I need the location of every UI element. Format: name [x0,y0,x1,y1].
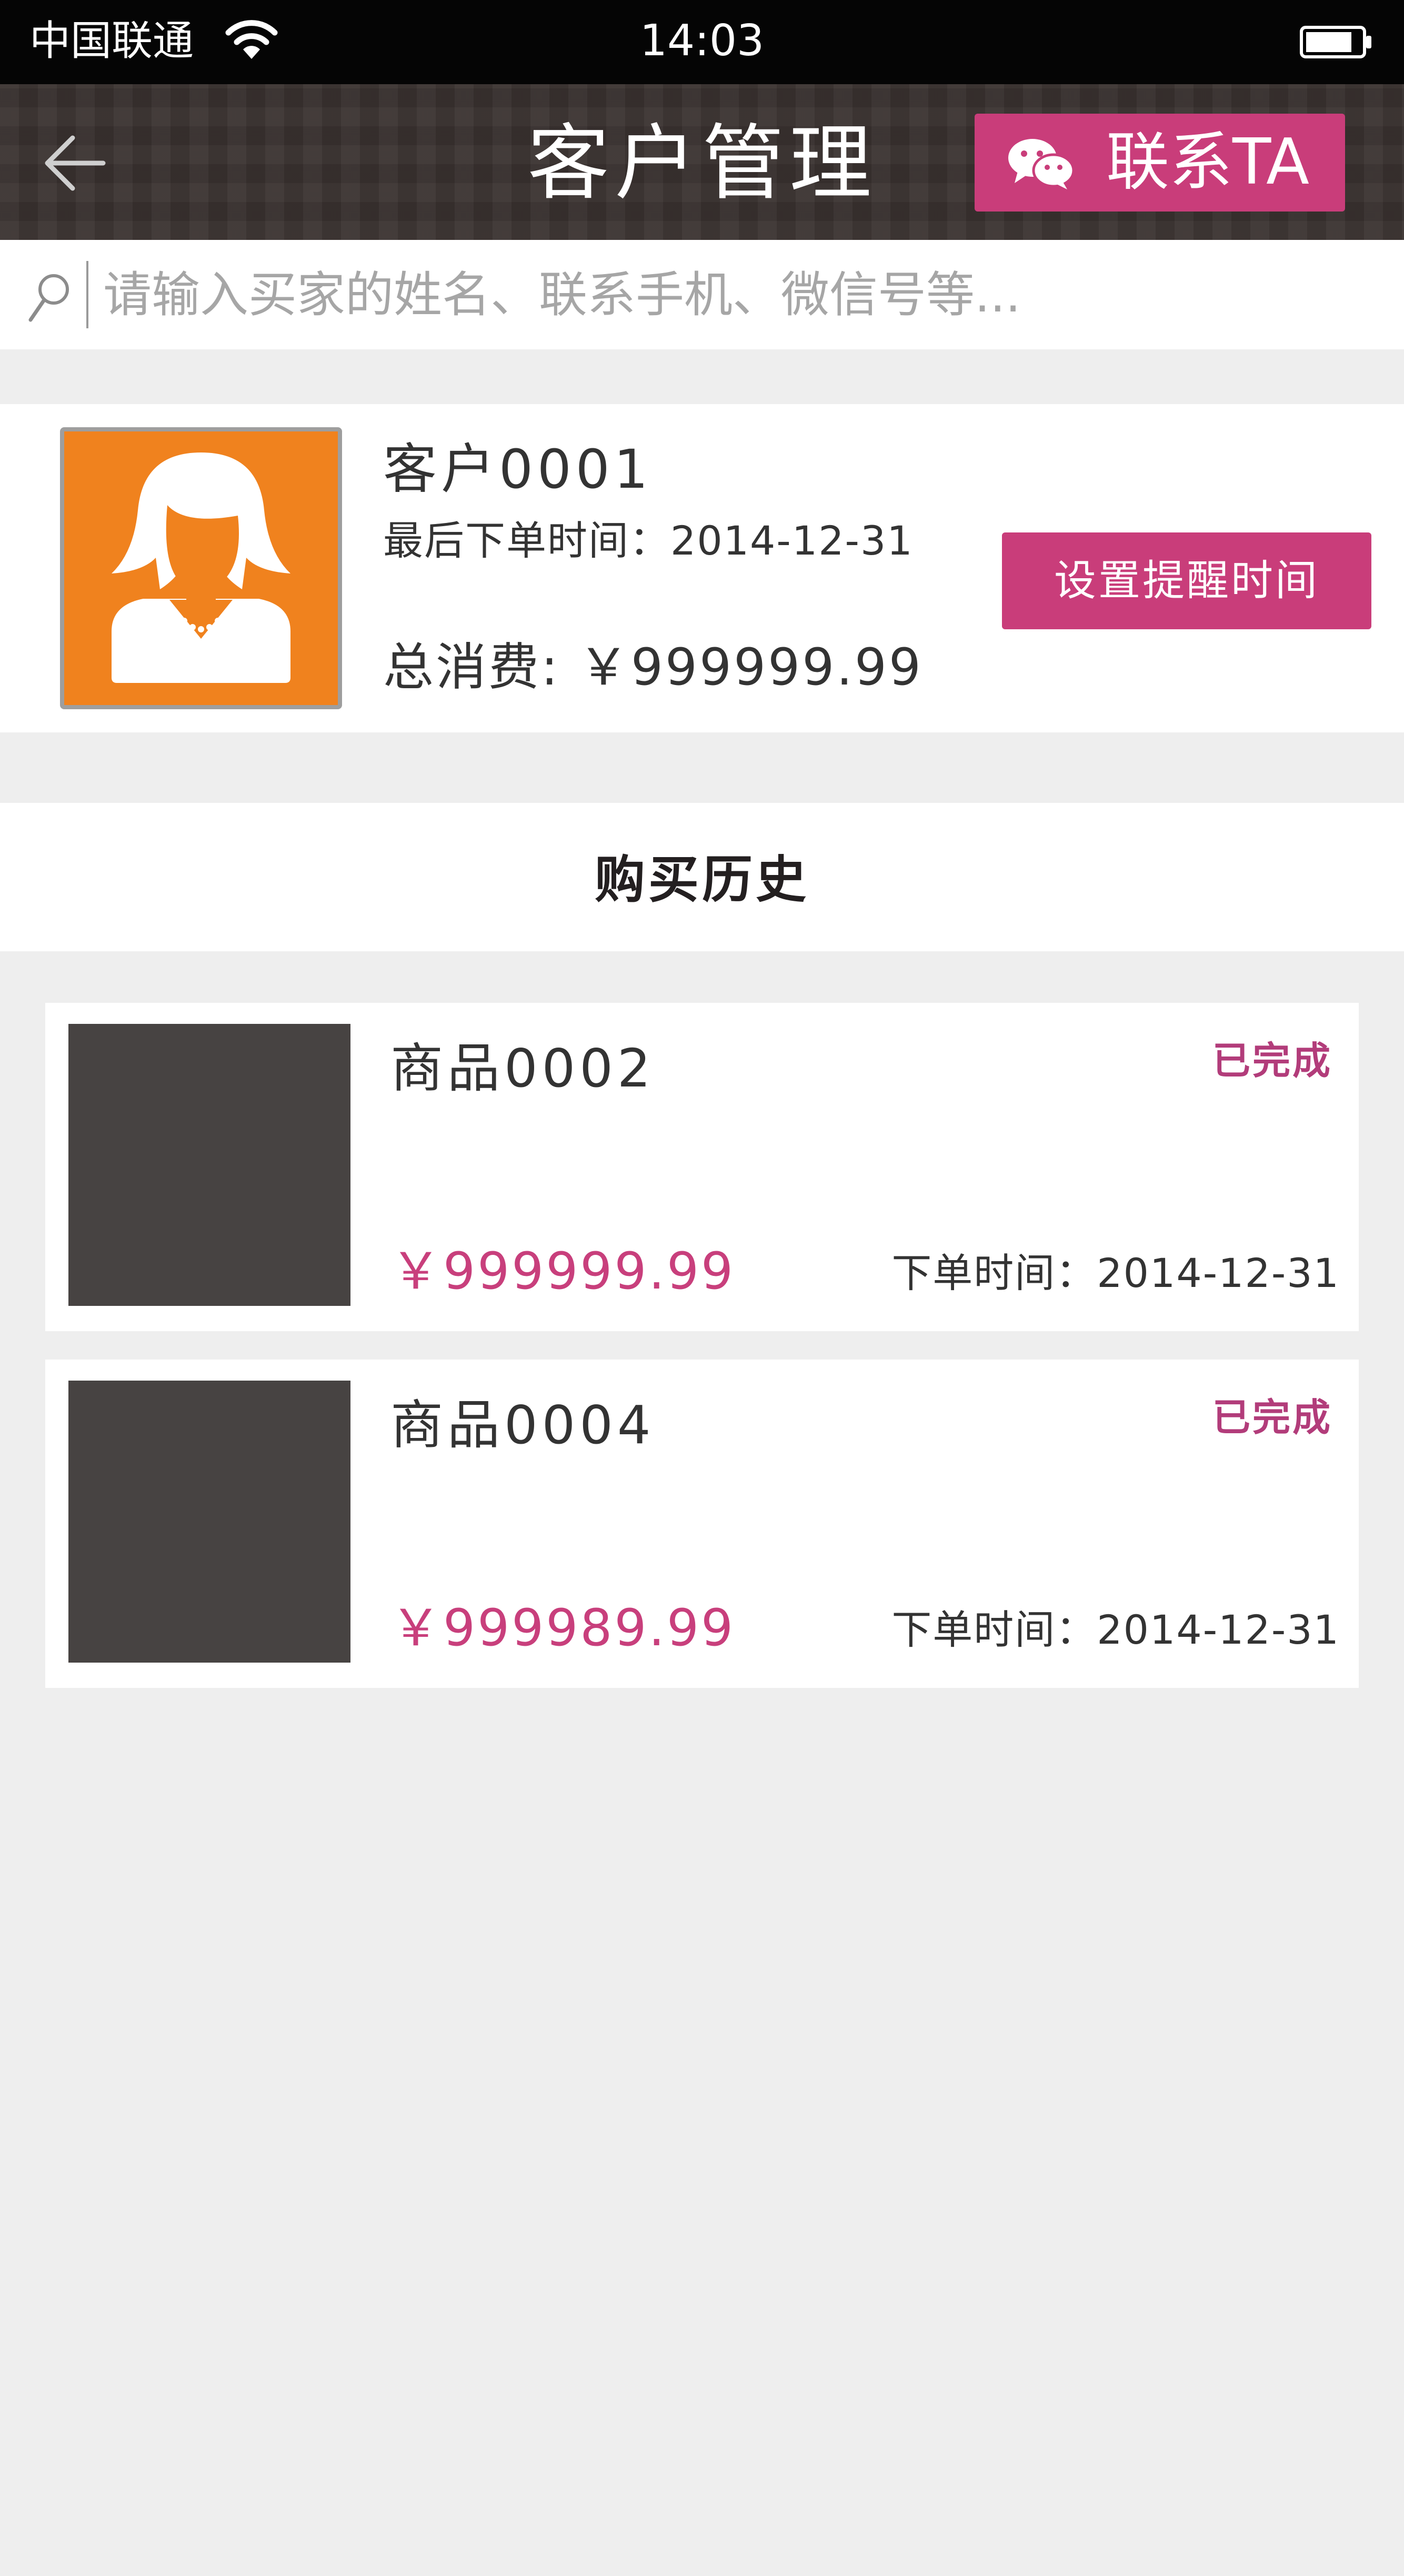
list-item[interactable]: 商品0004 已完成 ￥999989.99 下单时间：2014-12-31 [45,1360,1359,1688]
status-badge: 已完成 [1212,1395,1332,1440]
status-bar: 中国联通 14:03 [0,0,1404,84]
avatar [60,427,342,709]
product-thumbnail [68,1381,350,1663]
female-avatar-icon [112,452,290,683]
wechat-icon [1008,139,1075,189]
search-icon [28,274,69,322]
product-thumbnail [68,1024,350,1306]
clock: 14:03 [639,16,765,66]
product-name: 商品0004 [390,1394,655,1456]
battery-icon [1300,26,1371,58]
search-divider [86,261,88,328]
order-time: 下单时间：2014-12-31 [891,1250,1340,1296]
nav-bar: 客户管理 联系TA [0,84,1404,240]
set-reminder-button[interactable]: 设置提醒时间 [1002,532,1371,629]
search-input[interactable] [103,261,1366,328]
product-name: 商品0002 [390,1038,655,1099]
last-order-time: 最后下单时间：2014-12-31 [383,517,914,564]
total-spend: 总消费: ￥999999.99 [383,638,923,697]
search-bar [0,240,1404,349]
status-badge: 已完成 [1212,1039,1332,1083]
list-item[interactable]: 商品0002 已完成 ￥999999.99 下单时间：2014-12-31 [45,1003,1359,1331]
customer-card: 客户0001 最后下单时间：2014-12-31 总消费: ￥999999.99… [0,404,1404,732]
product-price: ￥999999.99 [390,1242,736,1301]
contact-ta-button[interactable]: 联系TA [975,114,1345,212]
purchase-history-header: 购买历史 [0,803,1404,951]
product-price: ￥999989.99 [390,1598,736,1657]
purchase-history-title: 购买历史 [595,850,809,909]
contact-ta-label: 联系TA [1106,126,1310,199]
order-time: 下单时间：2014-12-31 [891,1606,1340,1653]
customer-name: 客户0001 [383,438,653,501]
